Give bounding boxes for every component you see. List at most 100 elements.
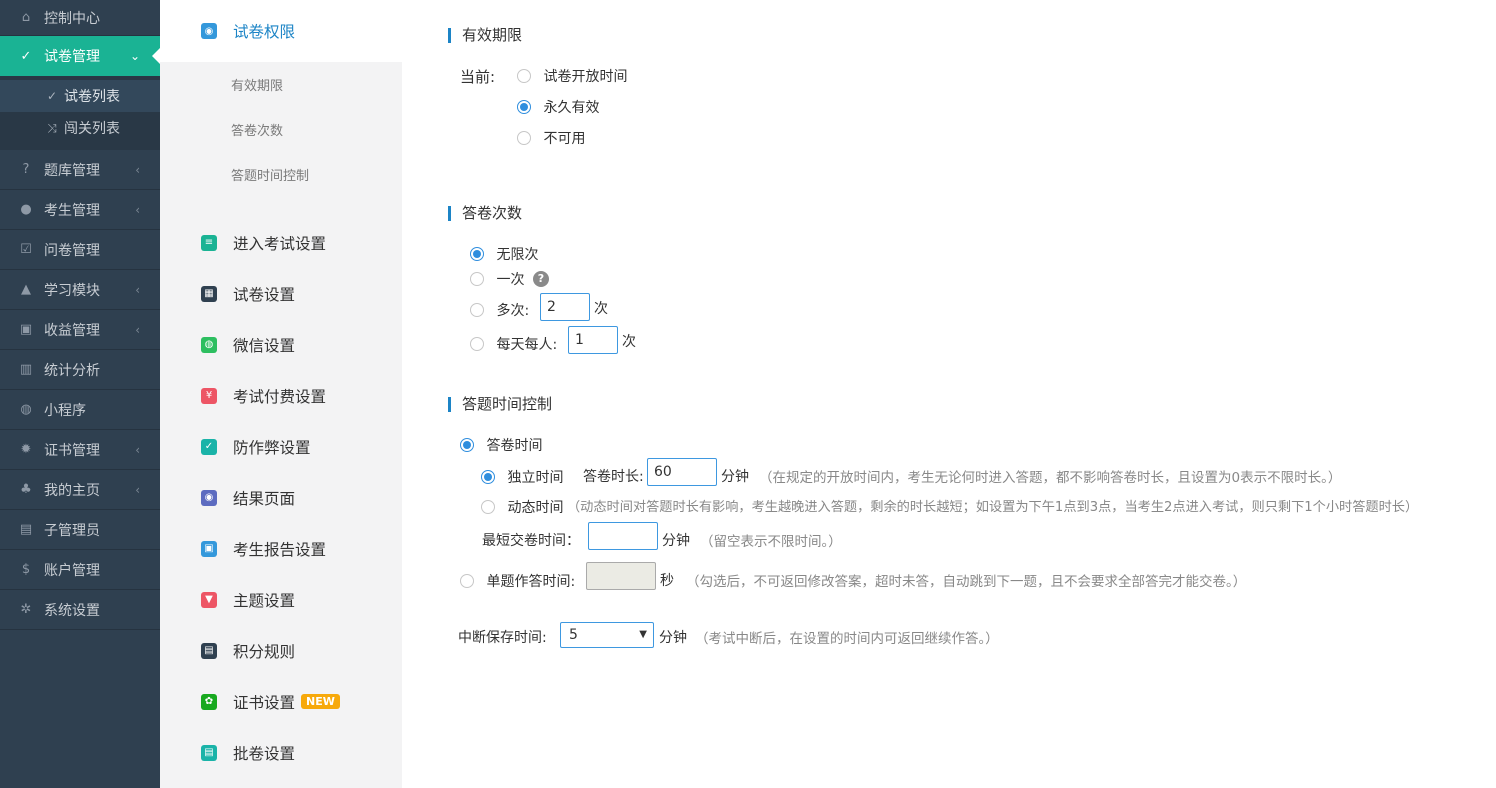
interrupt-save-select[interactable]: 5 ▼ [560, 622, 654, 648]
dynamic-time-option[interactable]: 动态时间 [481, 497, 563, 517]
report-icon: ▣ [201, 540, 217, 557]
attempts-per-day-input[interactable]: 1 [568, 326, 618, 354]
sidebar-subitem-label: 试卷列表 [64, 89, 120, 105]
check-circle-icon: ✓ [46, 89, 58, 103]
settings-tab-anti-cheat[interactable]: ✓ 防作弊设置 [160, 421, 402, 472]
chevron-left-icon: ‹ [135, 163, 140, 177]
sidebar-item-sub-admins[interactable]: ▤ 子管理员 [0, 510, 160, 550]
checkbox-icon: ☑ [20, 242, 32, 257]
sidebar-item-my-homepage[interactable]: ♣ 我的主页 ‹ [0, 470, 160, 510]
sidebar-item-certificates[interactable]: ✹ 证书管理 ‹ [0, 430, 160, 470]
radio-button[interactable] [470, 272, 484, 286]
attempts-option-label: 一次 [496, 272, 525, 288]
attempts-unit-label: 次 [594, 301, 608, 317]
sidebar-subitem-level-list[interactable]: ⤨ 闯关列表 [0, 112, 160, 144]
sidebar-item-revenue[interactable]: ▣ 收益管理 ‹ [0, 310, 160, 350]
settings-subtab-validity[interactable]: 有效期限 [160, 62, 402, 107]
sidebar-item-control-center[interactable]: ⌂ 控制中心 [0, 0, 160, 36]
attempts-option-unlimited[interactable]: 无限次 [470, 244, 538, 264]
eye-icon: ◉ [201, 489, 217, 506]
settings-tab-paper-permission[interactable]: ◉ 试卷权限 [160, 0, 402, 62]
radio-button-checked[interactable] [460, 438, 474, 452]
attempts-unit-label: 次 [622, 334, 636, 350]
validity-option-permanent[interactable]: 永久有效 [517, 97, 599, 117]
help-icon[interactable]: ? [532, 271, 549, 287]
min-submit-label: 最短交卷时间： [482, 533, 580, 549]
sidebar-item-mini-program[interactable]: ◍ 小程序 [0, 390, 160, 430]
settings-tab-result-page[interactable]: ◉ 结果页面 [160, 472, 402, 523]
paper-settings-icon: ▦ [201, 285, 217, 302]
sidebar-item-paper-management[interactable]: ✓ 试卷管理 ⌄ [0, 36, 160, 76]
settings-tab-label: 防作弊设置 [233, 438, 311, 457]
settings-subtab-time-control[interactable]: 答题时间控制 [160, 152, 402, 197]
dynamic-time-label: 动态时间 [507, 500, 564, 516]
sidebar-item-candidates[interactable]: ● 考生管理 ‹ [0, 190, 160, 230]
radio-button[interactable] [470, 303, 484, 317]
exam-time-option[interactable]: 答卷时间 [460, 435, 542, 455]
settings-nav-spacer [160, 197, 402, 217]
duration-label: 答卷时长: [583, 469, 644, 485]
radio-button[interactable] [460, 574, 474, 588]
sidebar-item-label: 控制中心 [44, 10, 100, 27]
certificate-settings-icon: ✿ [201, 693, 217, 710]
settings-tab-paper-settings[interactable]: ▦ 试卷设置 [160, 268, 402, 319]
attempts-option-label: 无限次 [496, 247, 539, 263]
radio-button[interactable] [481, 500, 495, 514]
settings-tab-points[interactable]: ▤ 积分规则 [160, 625, 402, 676]
wechat-settings-icon: ◍ [201, 336, 217, 353]
settings-subtab-attempts[interactable]: 答卷次数 [160, 107, 402, 152]
sidebar-item-learning[interactable]: ▲ 学习模块 ‹ [0, 270, 160, 310]
admin-icon: ▤ [19, 522, 33, 537]
sidebar-item-label: 系统设置 [44, 602, 100, 619]
settings-tab-report[interactable]: ▣ 考生报告设置 [160, 523, 402, 574]
radio-button-checked[interactable] [517, 100, 531, 114]
radio-button[interactable] [470, 337, 484, 351]
graduation-cap-icon: ▲ [21, 282, 31, 297]
user-icon: ● [20, 202, 32, 217]
sidebar-item-label: 题库管理 [44, 162, 100, 179]
section-title-attempts: 答卷次数 [448, 206, 522, 221]
home-icon: ⌂ [21, 10, 31, 25]
attempts-option-once[interactable]: 一次 ? [470, 269, 549, 289]
settings-tab-certificate[interactable]: ✿ 证书设置 NEW [160, 676, 402, 727]
settings-tab-wechat[interactable]: ◍ 微信设置 [160, 319, 402, 370]
validity-option-unavailable[interactable]: 不可用 [517, 128, 585, 148]
sidebar-subitem-paper-list[interactable]: ✓ 试卷列表 [0, 80, 160, 112]
chevron-left-icon: ‹ [135, 283, 140, 297]
sidebar-item-question-bank[interactable]: ? 题库管理 ‹ [0, 150, 160, 190]
validity-option-label: 试卷开放时间 [543, 69, 628, 85]
independent-time-option[interactable]: 独立时间 [481, 467, 563, 487]
per-question-time-input[interactable] [586, 562, 656, 590]
attempts-option-label: 多次: [496, 303, 530, 319]
attempts-multiple-input[interactable]: 2 [540, 293, 590, 321]
settings-content: 有效期限 当前: 试卷开放时间 永久有效 不可用 答卷次数 无限次 一次 ? 多… [402, 0, 1496, 788]
sidebar-item-surveys[interactable]: ☑ 问卷管理 [0, 230, 160, 270]
duration-input[interactable]: 60 [647, 458, 717, 486]
chevron-left-icon: ‹ [135, 323, 140, 337]
min-submit-input[interactable] [588, 522, 658, 550]
settings-tab-enter-exam[interactable]: ≡ 进入考试设置 [160, 217, 402, 268]
settings-tab-grading[interactable]: ▤ 批卷设置 [160, 727, 402, 778]
radio-button-checked[interactable] [481, 470, 495, 484]
settings-tab-label: 主题设置 [233, 591, 296, 610]
dynamic-time-hint: （动态时间对答题时长有影响，考生越晚进入答题，剩余的时长越短；如设置为下午1点到… [567, 500, 1419, 515]
minutes-label: 分钟 [662, 533, 690, 549]
sidebar-item-statistics[interactable]: ▥ 统计分析 [0, 350, 160, 390]
enter-exam-icon: ≡ [201, 234, 217, 251]
validity-option-open-time[interactable]: 试卷开放时间 [517, 66, 627, 86]
attempts-option-per-day[interactable]: 每天每人: [470, 334, 557, 354]
radio-button[interactable] [517, 69, 531, 83]
sidebar-item-account[interactable]: $ 账户管理 [0, 550, 160, 590]
sidebar-item-label: 学习模块 [44, 282, 100, 299]
exam-time-label: 答卷时间 [486, 438, 543, 454]
settings-tab-payment[interactable]: ¥ 考试付费设置 [160, 370, 402, 421]
chevron-left-icon: ‹ [135, 203, 140, 217]
settings-tab-theme[interactable]: ▼ 主题设置 [160, 574, 402, 625]
sidebar-item-system-settings[interactable]: ✲ 系统设置 [0, 590, 160, 630]
attempts-option-multiple[interactable]: 多次: [470, 300, 529, 320]
radio-button[interactable] [517, 131, 531, 145]
per-question-time-option[interactable]: 单题作答时间: [460, 571, 575, 591]
validity-option-label: 永久有效 [543, 100, 600, 116]
radio-button-checked[interactable] [470, 247, 484, 261]
sidebar-item-label: 统计分析 [44, 362, 100, 379]
